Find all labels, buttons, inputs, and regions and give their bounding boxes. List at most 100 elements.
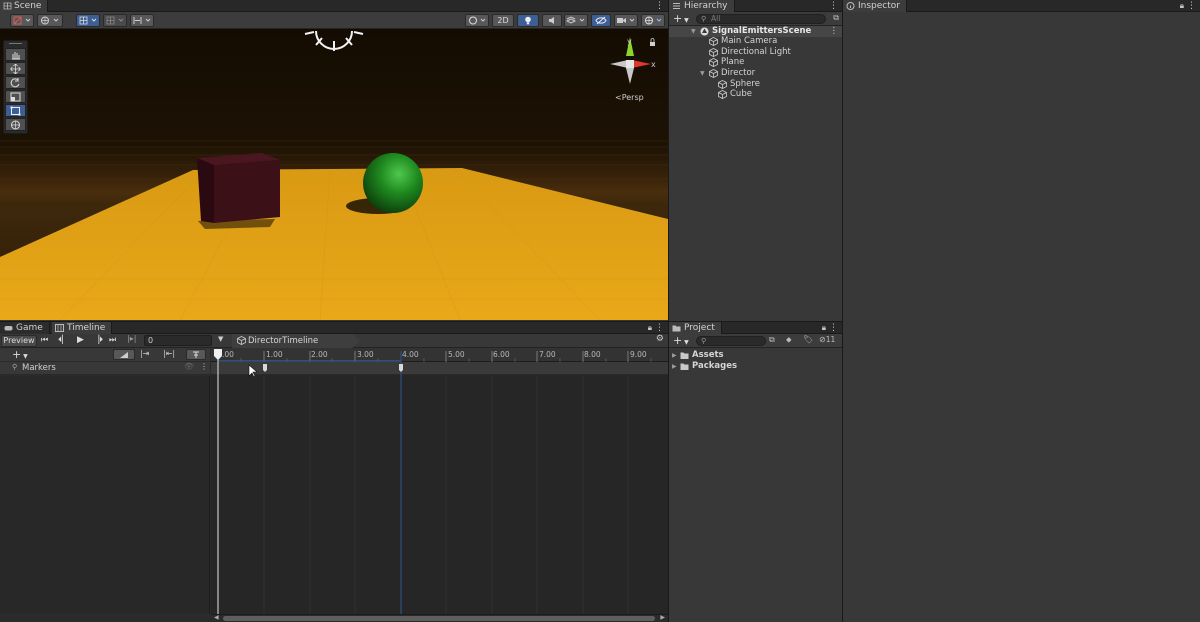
- hierarchy-search-filter-icon[interactable]: ⧉: [833, 13, 839, 23]
- add-track-button[interactable]: + ▼: [12, 348, 28, 363]
- scene-toolbar: 2D: [0, 12, 668, 29]
- rect-tool-button[interactable]: [5, 104, 26, 117]
- hand-tool-button[interactable]: [5, 48, 26, 61]
- project-panel-menu-icon[interactable]: ⋮: [829, 322, 838, 334]
- hierarchy-item-cube[interactable]: Cube: [669, 89, 842, 100]
- project-folder-packages[interactable]: ▶ Packages: [669, 361, 842, 372]
- marker-lock-button[interactable]: [186, 349, 206, 360]
- tool-strip-grip[interactable]: [9, 43, 22, 46]
- ripple-icon[interactable]: |⇥: [140, 349, 149, 358]
- transform-tool-button[interactable]: [5, 118, 26, 131]
- directional-light-gizmo[interactable]: [304, 30, 364, 51]
- markers-visibility-eye-icon[interactable]: 👁︎: [184, 362, 194, 371]
- layers-icon: [566, 16, 585, 24]
- expand-arrow-icon[interactable]: ▶: [672, 361, 677, 372]
- cube-object[interactable]: [197, 153, 280, 223]
- sphere-object[interactable]: [363, 153, 423, 213]
- scene-panel-menu-icon[interactable]: ⋮: [655, 0, 664, 12]
- tab-timeline[interactable]: Timeline: [52, 322, 113, 334]
- tab-timeline-label: Timeline: [67, 323, 106, 333]
- project-lock-icon[interactable]: 🔒︎: [822, 322, 826, 334]
- audio-toggle-button[interactable]: [542, 14, 562, 27]
- gizmo-lock-icon[interactable]: [650, 38, 655, 47]
- scroll-right-icon[interactable]: ▶: [660, 614, 665, 621]
- tab-inspector[interactable]: Inspector: [843, 0, 907, 12]
- effects-button[interactable]: [564, 14, 588, 27]
- hierarchy-item-main-camera[interactable]: Main Camera: [669, 36, 842, 47]
- tab-hierarchy[interactable]: Hierarchy: [669, 0, 735, 12]
- rotate-tool-button[interactable]: [5, 76, 26, 89]
- project-search-input[interactable]: ⚲: [696, 336, 766, 346]
- hierarchy-search-input[interactable]: ⚲ All: [696, 14, 826, 24]
- collapse-arrow-icon[interactable]: ▼: [700, 68, 705, 79]
- move-tool-button[interactable]: [5, 62, 26, 75]
- tab-scene[interactable]: Scene: [0, 0, 49, 12]
- goto-end-icon[interactable]: ⏭: [109, 335, 116, 345]
- frame-field[interactable]: 0: [144, 335, 212, 346]
- snap-icon[interactable]: |⇤|: [163, 349, 175, 358]
- hierarchy-panel-menu-icon[interactable]: ⋮: [829, 0, 838, 12]
- ruler-label: 1.00: [266, 350, 283, 359]
- next-frame-icon[interactable]: ▕⏵: [93, 335, 103, 345]
- hierarchy-item-label: Plane: [721, 57, 745, 67]
- play-icon[interactable]: ▶: [77, 335, 84, 345]
- lighting-toggle-button[interactable]: [517, 14, 539, 27]
- hierarchy-item-label: Director: [721, 68, 756, 78]
- search-by-type-icon[interactable]: ⧉: [769, 335, 775, 345]
- play-range-icon[interactable]: |▸|: [127, 334, 136, 343]
- shading-mode-button[interactable]: [465, 14, 489, 27]
- rotate-icon: [10, 78, 20, 88]
- perspective-toggle[interactable]: <Persp: [615, 93, 644, 102]
- timeline-settings-gear-icon[interactable]: ⚙: [656, 334, 664, 344]
- timeline-clip-area[interactable]: [211, 348, 668, 614]
- ruler-label-start: .00: [222, 350, 234, 359]
- draw-mode-button[interactable]: [10, 14, 34, 27]
- gamepad-icon: [4, 326, 13, 331]
- hidden-packages-icon[interactable]: ⊘11: [819, 335, 835, 344]
- project-folder-assets[interactable]: ▶ Assets: [669, 350, 842, 361]
- persp-label: Persp: [621, 93, 644, 102]
- goto-start-icon[interactable]: ⏮: [41, 335, 48, 345]
- tab-project[interactable]: Project: [669, 322, 722, 334]
- preview-button[interactable]: Preview: [1, 335, 37, 347]
- grid-snap-button[interactable]: [76, 14, 100, 27]
- grid-snap-icon: [79, 16, 97, 25]
- timeline-lock-icon[interactable]: 🔒︎: [648, 322, 652, 334]
- scroll-left-icon[interactable]: ◀: [214, 614, 219, 621]
- timeline-panel-menu-icon[interactable]: ⋮: [655, 322, 664, 334]
- curves-toggle-button[interactable]: [113, 349, 135, 360]
- camera-settings-button[interactable]: [614, 14, 638, 27]
- timeline-toolbar: Preview ⏮ ⏴▏ ▶ ▕⏵ ⏭ |▸| 0 ▼ DirectorTime…: [0, 334, 668, 348]
- markers-track-row[interactable]: [211, 362, 668, 375]
- scene-viewport[interactable]: y x <Persp: [0, 29, 668, 320]
- hierarchy-item-director[interactable]: ▼ Director: [669, 68, 842, 79]
- prev-frame-icon[interactable]: ⏴▏: [58, 335, 68, 345]
- scene-grid-icon: [3, 2, 12, 10]
- render-globe-button[interactable]: [37, 14, 63, 27]
- hierarchy-item-plane[interactable]: Plane: [669, 57, 842, 68]
- toggle-2d-button[interactable]: 2D: [492, 14, 514, 27]
- markers-menu-icon[interactable]: ⋮: [200, 362, 208, 371]
- align-button[interactable]: [130, 14, 154, 27]
- scale-tool-button[interactable]: [5, 90, 26, 103]
- folder-icon: [680, 363, 689, 370]
- markers-track-header[interactable]: ⚲ Markers 👁︎ ⋮: [0, 362, 210, 375]
- track-list-area: [0, 376, 210, 614]
- increment-snap-button[interactable]: [103, 14, 127, 27]
- search-by-label-icon[interactable]: ⬥: [786, 335, 792, 345]
- scrollbar-thumb[interactable]: [223, 616, 655, 621]
- search-by-tag-icon[interactable]: 🏷︎: [803, 335, 813, 344]
- scene-visibility-button[interactable]: [591, 14, 611, 27]
- tab-game-label: Game: [16, 323, 43, 333]
- inspector-panel-menu-icon[interactable]: ⋮: [1187, 0, 1196, 12]
- inspector-lock-icon[interactable]: 🔒︎: [1180, 0, 1184, 12]
- expand-arrow-icon[interactable]: ▶: [672, 350, 677, 361]
- project-create-button[interactable]: + ▼: [673, 334, 689, 349]
- timeline-asset-dropdown-icon[interactable]: ▼: [218, 335, 223, 343]
- asset-breadcrumb[interactable]: DirectorTimeline (Director): [232, 334, 360, 348]
- gizmo-y-label: y: [627, 37, 632, 46]
- gizmos-button[interactable]: [641, 14, 665, 27]
- timeline-horizontal-scrollbar[interactable]: ◀ ▶: [211, 614, 668, 622]
- create-object-button[interactable]: + ▼: [673, 12, 689, 27]
- tab-game[interactable]: Game: [0, 322, 50, 334]
